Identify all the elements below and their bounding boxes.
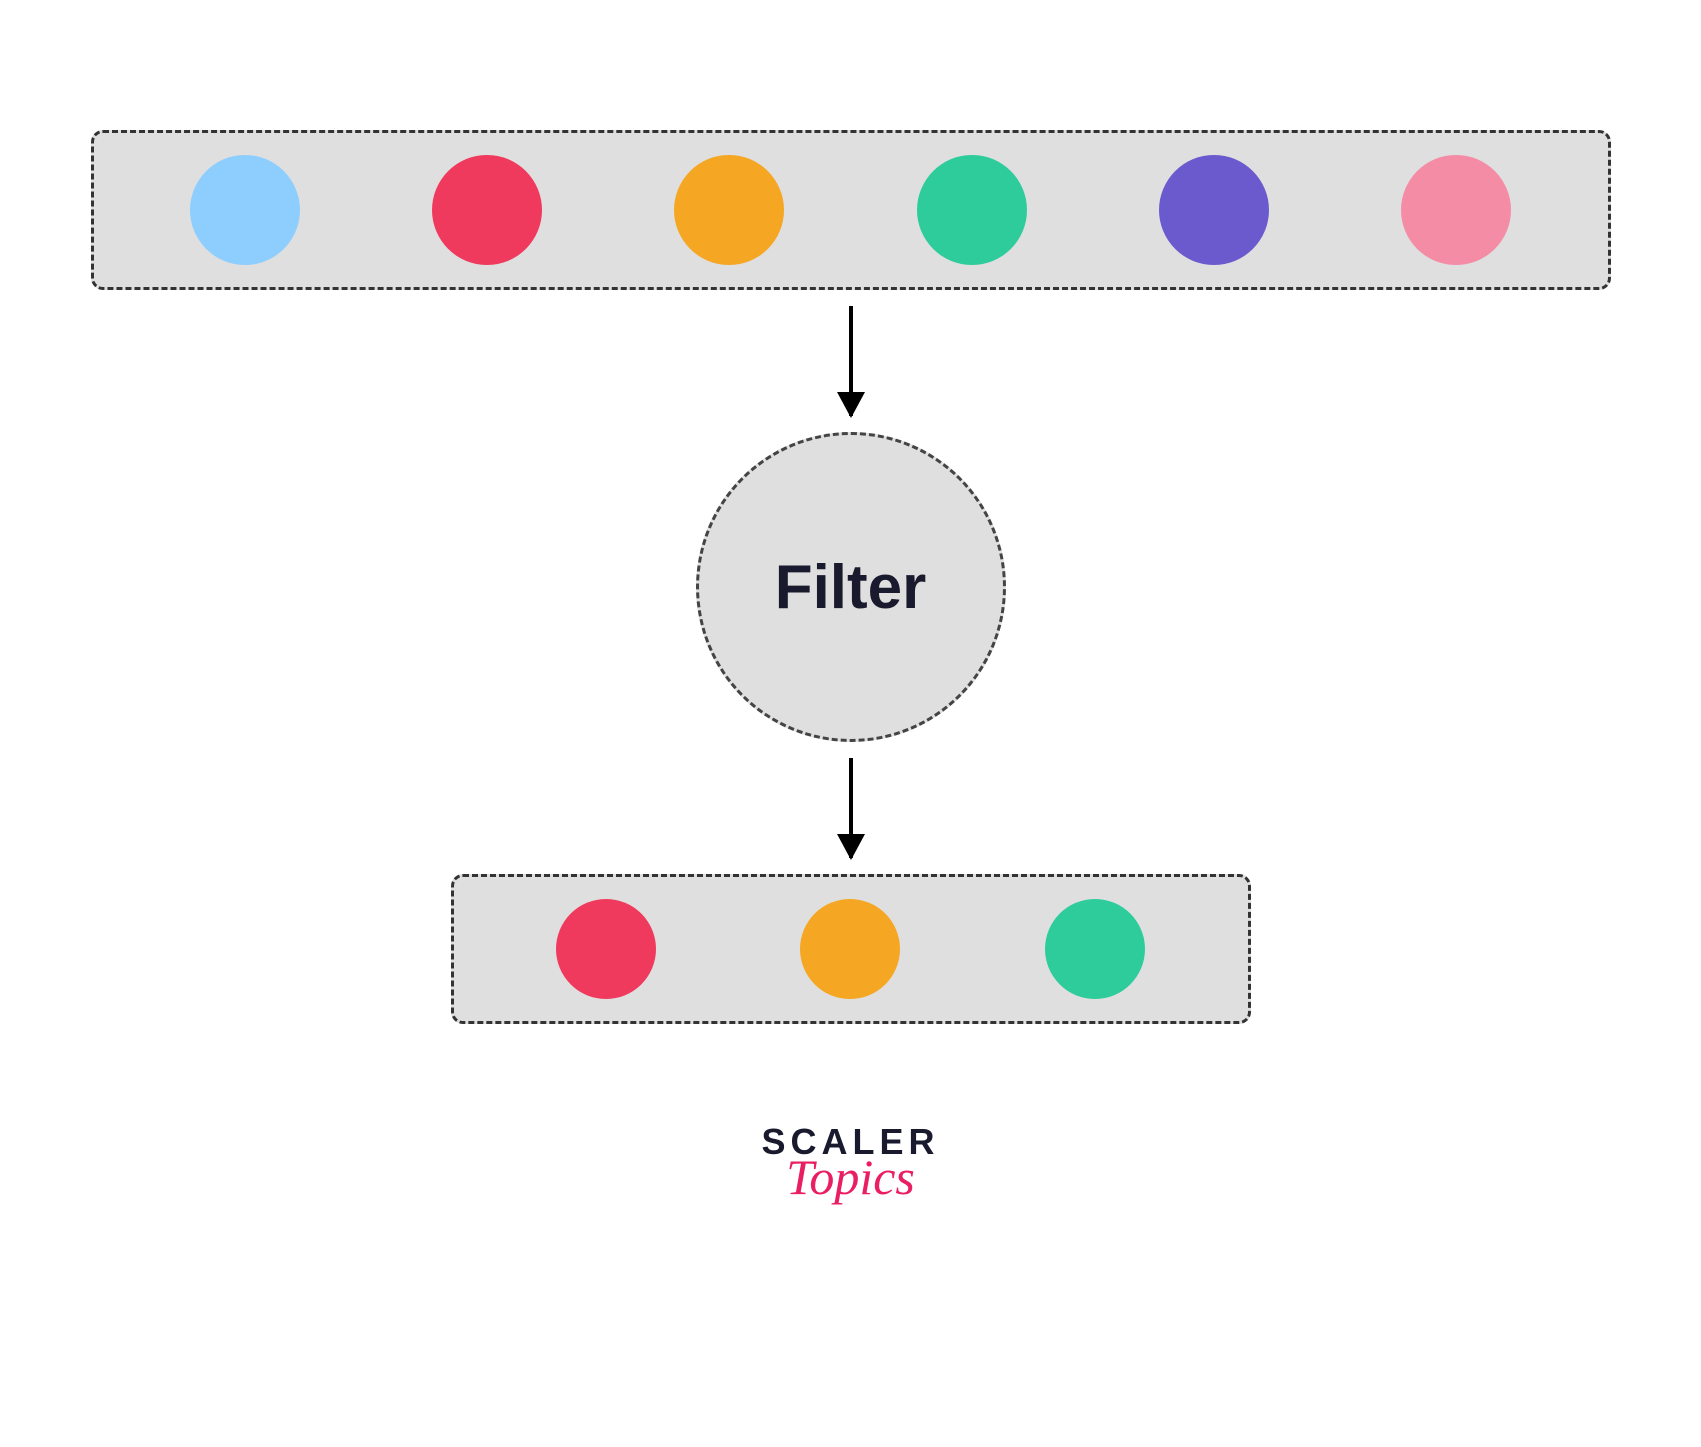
output-item-teal — [1045, 899, 1145, 999]
brand-logo: SCALER Topics — [761, 1124, 939, 1202]
arrow-down-icon — [849, 306, 853, 416]
input-array — [91, 130, 1611, 290]
input-item-purple — [1159, 155, 1269, 265]
output-array — [451, 874, 1251, 1024]
arrow-input-to-filter — [849, 290, 853, 432]
output-item-red — [556, 899, 656, 999]
arrow-filter-to-output — [849, 742, 853, 874]
input-item-red — [432, 155, 542, 265]
input-item-lightblue — [190, 155, 300, 265]
brand-line2: Topics — [761, 1152, 939, 1202]
input-item-teal — [917, 155, 1027, 265]
filter-label: Filter — [775, 552, 927, 623]
output-item-orange — [800, 899, 900, 999]
input-item-pink — [1401, 155, 1511, 265]
filter-diagram: Filter SCALER Topics — [91, 130, 1611, 1202]
arrow-down-icon — [849, 758, 853, 858]
input-item-orange — [674, 155, 784, 265]
filter-node: Filter — [696, 432, 1006, 742]
